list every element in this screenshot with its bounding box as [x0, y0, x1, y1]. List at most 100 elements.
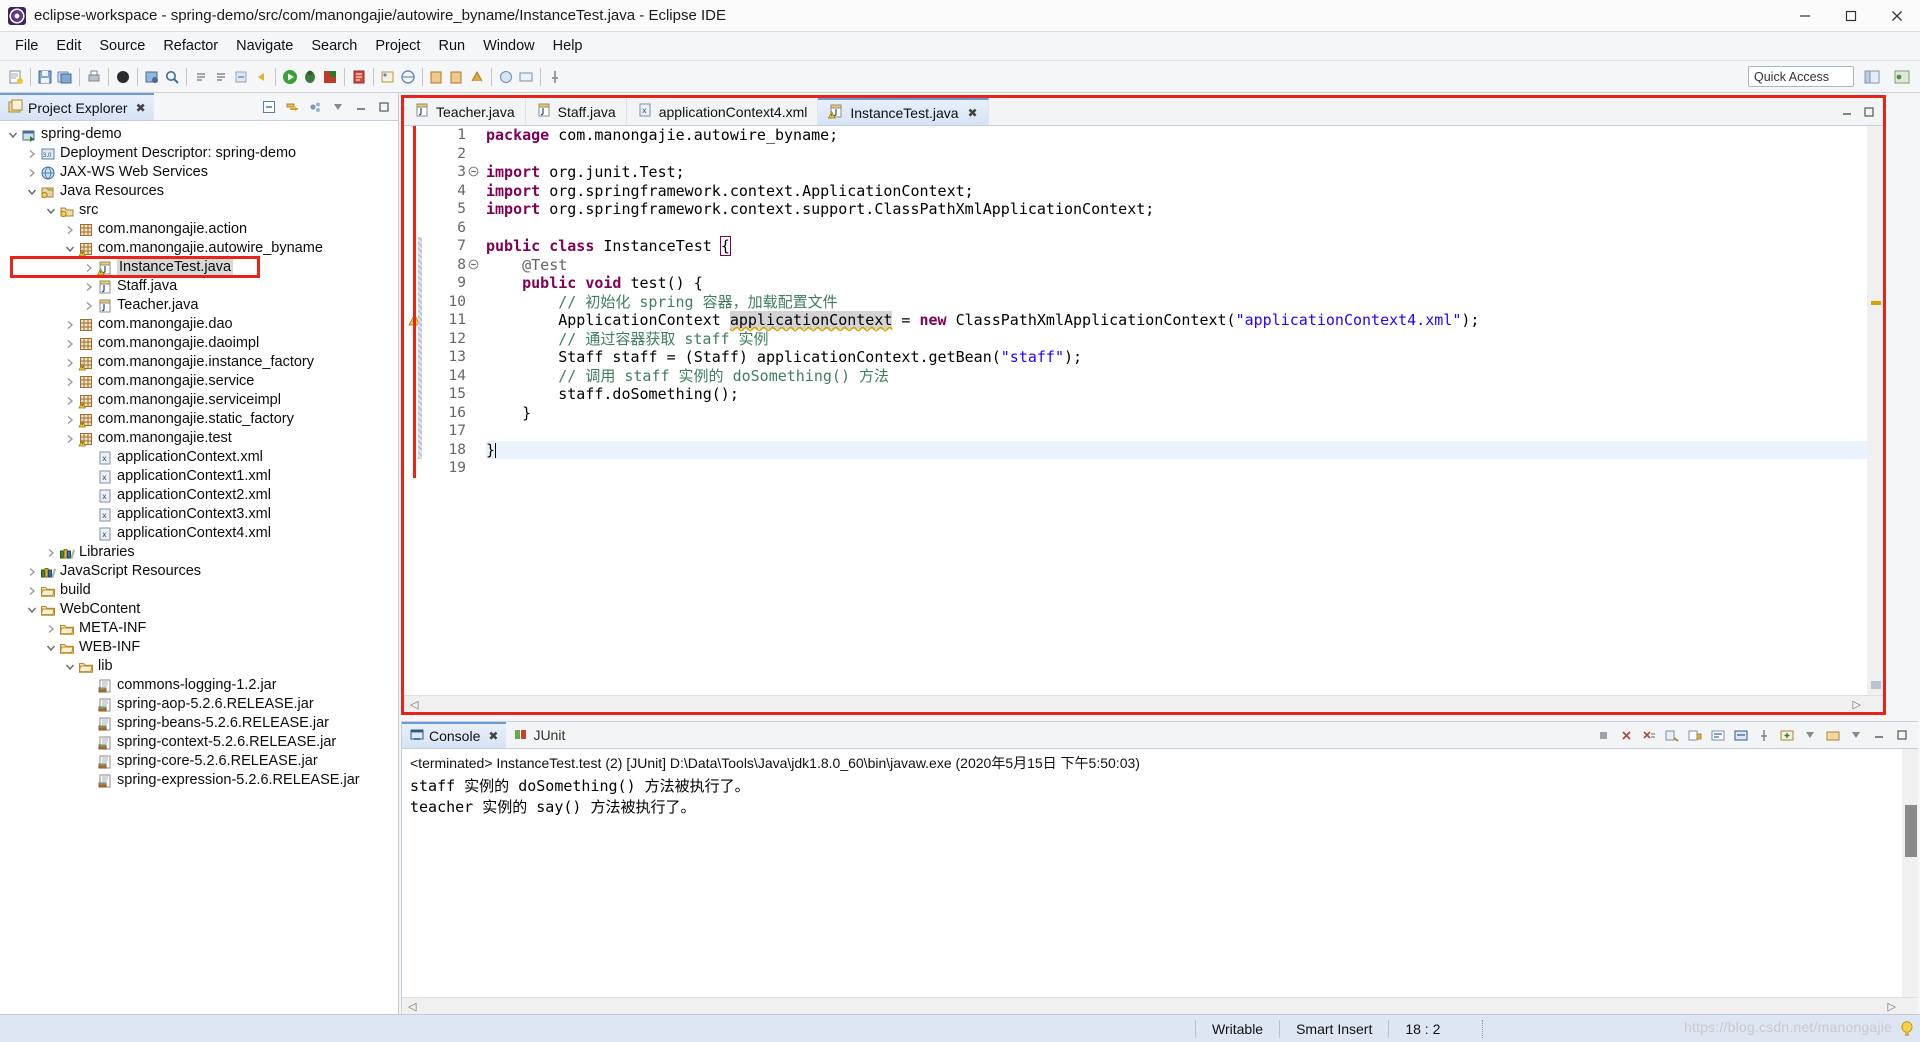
code-line[interactable]: @Test [486, 256, 1883, 275]
close-button[interactable] [1874, 0, 1920, 32]
tree-item[interactable]: spring-aop-5.2.6.RELEASE.jar [0, 695, 398, 714]
editor-tab[interactable]: x applicationContext4.xml [627, 98, 819, 125]
tree-item[interactable]: src [0, 201, 398, 220]
chevron-right-icon[interactable] [63, 320, 77, 330]
chevron-right-icon[interactable] [25, 168, 39, 178]
close-icon[interactable]: ✖ [488, 729, 498, 743]
tree-item[interactable]: Java Resources [0, 182, 398, 201]
fold-collapse-icon[interactable] [468, 163, 482, 182]
tree-item[interactable]: spring-core-5.2.6.RELEASE.jar [0, 752, 398, 771]
chevron-right-icon[interactable] [63, 396, 77, 406]
chevron-right-icon[interactable] [25, 586, 39, 596]
chevron-down-icon[interactable] [25, 187, 39, 197]
tab-console[interactable]: Console ✖ [402, 722, 507, 748]
run-icon[interactable] [280, 66, 300, 88]
view-dropdown-icon[interactable] [330, 99, 346, 115]
chevron-right-icon[interactable] [63, 339, 77, 349]
coverage-icon[interactable] [320, 66, 340, 88]
tree-item[interactable]: WEB-INF [0, 638, 398, 657]
menu-project[interactable]: Project [366, 35, 429, 57]
code-line[interactable]: public class InstanceTest { [486, 236, 1883, 256]
maximize-editor-icon[interactable] [1861, 104, 1877, 120]
code-line[interactable]: ApplicationContext applicationContext = … [486, 311, 1883, 330]
menu-window[interactable]: Window [474, 35, 544, 57]
menu-help[interactable]: Help [544, 35, 592, 57]
code-line[interactable] [486, 145, 1883, 164]
tree-item[interactable]: com.manongajie.serviceimpl [0, 391, 398, 410]
tree-item[interactable]: commons-logging-1.2.jar [0, 676, 398, 695]
open-console-dropdown-icon[interactable] [1848, 727, 1864, 743]
debug-icon[interactable] [300, 66, 320, 88]
code-line[interactable]: // 调用 staff 实例的 doSomething() 方法 [486, 367, 1883, 386]
chevron-right-icon[interactable] [63, 225, 77, 235]
code-line[interactable]: } [486, 440, 1883, 459]
close-icon[interactable]: ✖ [968, 106, 978, 120]
tree-item[interactable]: Libraries [0, 543, 398, 562]
open-console-icon[interactable] [1825, 727, 1841, 743]
code-line[interactable]: // 初始化 spring 容器，加载配置文件 [486, 293, 1883, 312]
tree-item[interactable]: JavaScript Resources [0, 562, 398, 581]
minimize-view-icon[interactable] [353, 99, 369, 115]
menu-run[interactable]: Run [429, 35, 474, 57]
console-output[interactable]: <terminated> InstanceTest.test (2) [JUni… [402, 749, 1918, 997]
build-icon[interactable] [113, 66, 133, 88]
chevron-right-icon[interactable] [63, 358, 77, 368]
scroll-left-icon[interactable]: ◁ [402, 1000, 416, 1013]
java-ee-perspective-button[interactable] [1890, 66, 1914, 88]
show-console-icon[interactable] [1733, 727, 1749, 743]
maximize-view-icon[interactable] [376, 99, 392, 115]
pin-console-icon[interactable] [1756, 727, 1772, 743]
folding-ruler[interactable] [468, 126, 482, 695]
toggle-breadcrumb-icon[interactable] [516, 66, 536, 88]
editor-horizontal-scrollbar[interactable]: ◁ ▷ [404, 695, 1883, 712]
previous-annotation-icon[interactable] [211, 66, 231, 88]
chevron-down-icon[interactable] [44, 643, 58, 653]
new-console-icon[interactable] [1779, 727, 1795, 743]
remove-all-terminated-icon[interactable] [1641, 727, 1657, 743]
new-interface-icon[interactable] [447, 66, 467, 88]
new-package-icon[interactable] [398, 66, 418, 88]
new-java-project-icon[interactable] [378, 66, 398, 88]
tree-item[interactable]: Teacher.java [0, 296, 398, 315]
minimize-button[interactable] [1782, 0, 1828, 32]
new-annotation-icon[interactable] [467, 66, 487, 88]
open-perspective-button[interactable] [1860, 66, 1884, 88]
chevron-right-icon[interactable] [63, 377, 77, 387]
tree-item[interactable]: lib [0, 657, 398, 676]
minimize-console-icon[interactable] [1871, 727, 1887, 743]
view-menu-icon[interactable] [307, 99, 323, 115]
chevron-down-icon[interactable] [6, 130, 20, 140]
search-icon[interactable] [162, 66, 182, 88]
chevron-right-icon[interactable] [63, 434, 77, 444]
quick-access-input[interactable]: Quick Access [1748, 66, 1854, 87]
marker-ruler[interactable] [404, 126, 424, 695]
code-line[interactable] [486, 459, 1883, 478]
minimize-editor-icon[interactable] [1839, 104, 1855, 120]
chevron-right-icon[interactable] [82, 301, 96, 311]
tree-item[interactable]: WebContent [0, 600, 398, 619]
tree-item[interactable]: com.manongajie.daoimpl [0, 334, 398, 353]
terminate-icon[interactable] [1595, 727, 1611, 743]
back-history-icon[interactable] [251, 66, 271, 88]
tree-item[interactable]: spring-beans-5.2.6.RELEASE.jar [0, 714, 398, 733]
chevron-right-icon[interactable] [63, 415, 77, 425]
open-type-icon[interactable] [142, 66, 162, 88]
word-wrap-icon[interactable] [1710, 727, 1726, 743]
code-line[interactable] [486, 219, 1883, 238]
tree-item[interactable]: com.manongajie.dao [0, 315, 398, 334]
menu-refactor[interactable]: Refactor [154, 35, 227, 57]
new-class-icon[interactable] [427, 66, 447, 88]
tree-item[interactable]: com.manongajie.action [0, 220, 398, 239]
save-all-icon[interactable] [55, 66, 75, 88]
tree-item[interactable]: x applicationContext2.xml [0, 486, 398, 505]
tree-item[interactable]: com.manongajie.test [0, 429, 398, 448]
tab-junit[interactable]: JUnit [506, 722, 573, 748]
tree-item[interactable]: spring-demo [0, 125, 398, 144]
display-console-dropdown-icon[interactable] [1802, 727, 1818, 743]
clear-console-icon[interactable] [1664, 727, 1680, 743]
code-line[interactable]: public void test() { [486, 274, 1883, 293]
collapse-all-icon[interactable] [261, 99, 277, 115]
code-area[interactable]: 1 2 3 4 5 6 7 8 9 10 11 12 13 14 15 16 17 18 19 package co… [404, 126, 1883, 695]
chevron-down-icon[interactable] [63, 662, 77, 672]
print-icon[interactable] [84, 66, 104, 88]
